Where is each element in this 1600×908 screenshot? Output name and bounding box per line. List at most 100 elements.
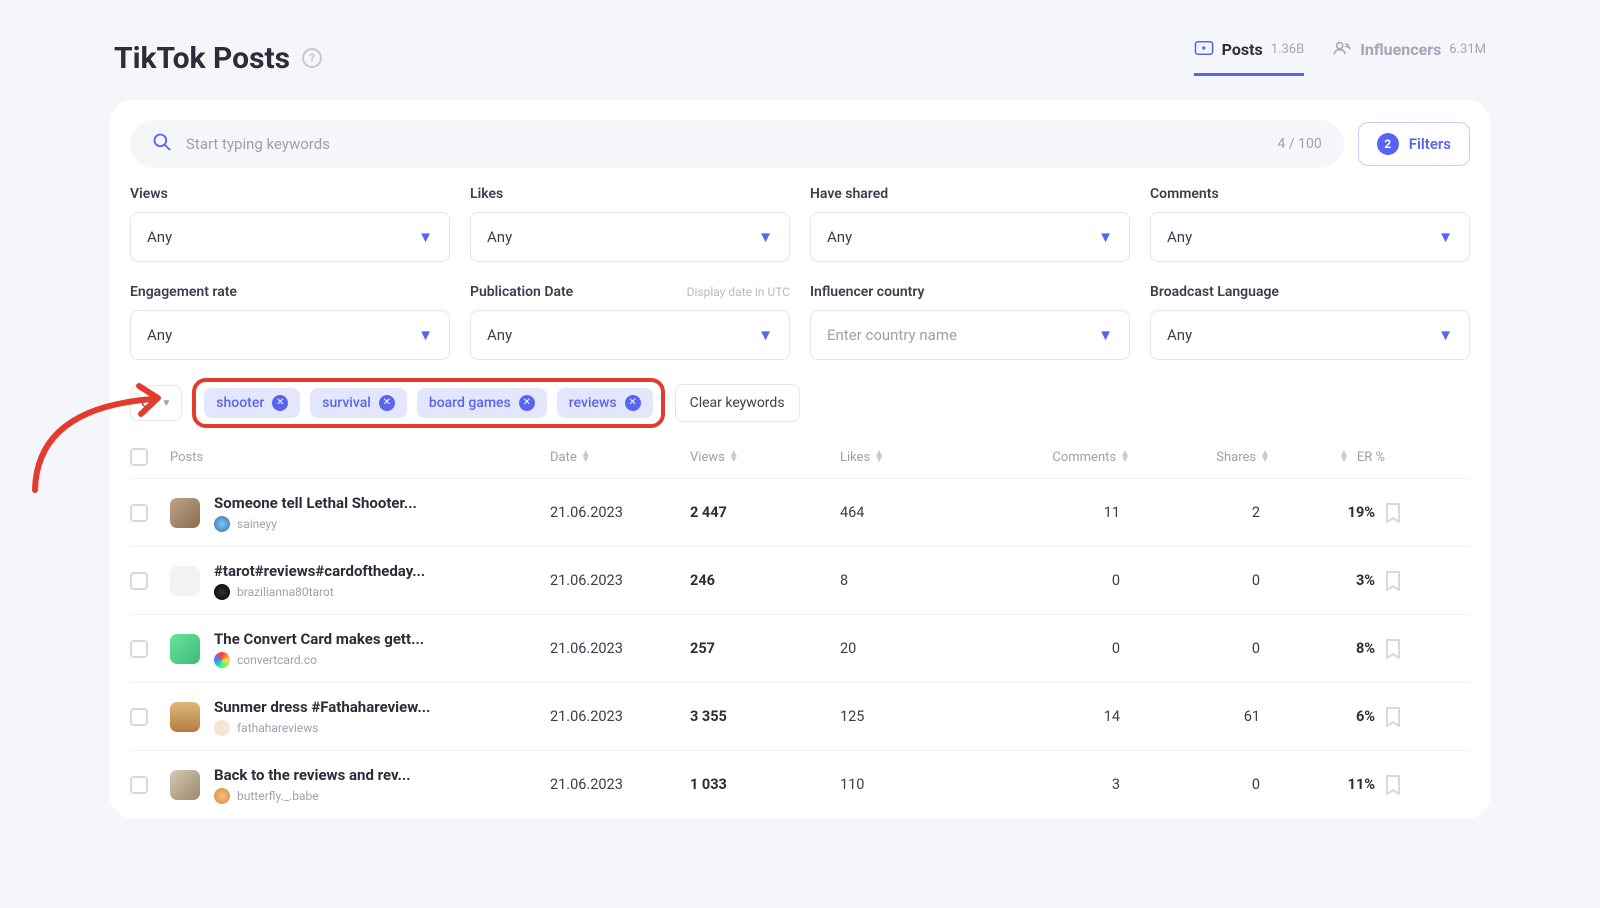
cell-likes: 464	[840, 504, 990, 521]
table-row: The Convert Card makes gett... convertca…	[130, 614, 1470, 682]
post-title: Sunmer dress #Fathahareview...	[214, 698, 430, 716]
chip-label: shooter	[216, 395, 264, 411]
column-shares-header[interactable]: Shares▲▼	[1130, 450, 1270, 465]
bookmark-button[interactable]	[1385, 503, 1401, 523]
chip-remove-icon[interactable]: ✕	[625, 395, 641, 411]
chip-label: reviews	[569, 395, 617, 411]
column-er-header[interactable]: ▲▼ER %	[1270, 450, 1385, 465]
cell-shares: 0	[1130, 572, 1270, 589]
filter-select-have shared[interactable]: Any ▼	[810, 212, 1130, 262]
cell-likes: 110	[840, 776, 990, 793]
author-avatar	[214, 720, 230, 736]
cell-comments: 0	[990, 640, 1130, 657]
table-row: Someone tell Lethal Shooter... saineyy 2…	[130, 478, 1470, 546]
author-avatar	[214, 584, 230, 600]
filter-value: Any	[1167, 326, 1192, 344]
filter-select-publication date[interactable]: Any ▼	[470, 310, 790, 360]
cell-shares: 0	[1130, 640, 1270, 657]
tab-label: Influencers	[1360, 40, 1441, 59]
filter-select-views[interactable]: Any ▼	[130, 212, 450, 262]
post-cell[interactable]: The Convert Card makes gett... convertca…	[170, 630, 550, 668]
filters-label: Filters	[1409, 135, 1451, 153]
chip-remove-icon[interactable]: ✕	[379, 395, 395, 411]
search-input[interactable]	[186, 135, 1264, 153]
chevron-down-icon: ▼	[1438, 326, 1453, 344]
filters-button[interactable]: 2 Filters	[1358, 122, 1470, 166]
tab-posts[interactable]: Posts 1.36B	[1194, 40, 1305, 76]
cell-comments: 0	[990, 572, 1130, 589]
sort-icon: ▲▼	[1339, 451, 1349, 463]
post-cell[interactable]: Someone tell Lethal Shooter... saineyy	[170, 494, 550, 532]
chevron-down-icon: ▼	[161, 398, 171, 409]
filter-select-likes[interactable]: Any ▼	[470, 212, 790, 262]
filter-label: Engagement rate	[130, 284, 237, 300]
page-title: TikTok Posts	[114, 41, 290, 76]
column-date-header[interactable]: Date▲▼	[550, 450, 690, 465]
bookmark-button[interactable]	[1385, 639, 1401, 659]
filter-select-engagement rate[interactable]: Any ▼	[130, 310, 450, 360]
author-name: convertcard.co	[237, 653, 317, 667]
select-all-checkbox[interactable]	[130, 448, 148, 466]
column-likes-header[interactable]: Likes▲▼	[840, 450, 990, 465]
bookmark-button[interactable]	[1385, 571, 1401, 591]
table-row: Back to the reviews and rev... butterfly…	[130, 750, 1470, 818]
keyword-chip: board games ✕	[417, 388, 547, 418]
chip-label: survival	[322, 395, 371, 411]
chip-label: board games	[429, 395, 511, 411]
filter-select-comments[interactable]: Any ▼	[1150, 212, 1470, 262]
tab-label: Posts	[1222, 40, 1263, 59]
bookmark-button[interactable]	[1385, 707, 1401, 727]
row-checkbox[interactable]	[130, 776, 148, 794]
filters-count-badge: 2	[1377, 133, 1399, 155]
clear-keywords-button[interactable]: Clear keywords	[675, 384, 800, 422]
filter-value: Any	[1167, 228, 1192, 246]
post-thumbnail	[170, 702, 200, 732]
cell-shares: 61	[1130, 708, 1270, 725]
bookmark-button[interactable]	[1385, 775, 1401, 795]
sort-icon: ▲▼	[1260, 451, 1270, 463]
cell-comments: 11	[990, 504, 1130, 521]
column-comments-header[interactable]: Comments▲▼	[990, 450, 1130, 465]
cell-views: 246	[690, 572, 840, 589]
search-icon	[152, 132, 172, 156]
help-icon[interactable]: ?	[302, 48, 322, 68]
chevron-down-icon: ▼	[418, 326, 433, 344]
cell-likes: 20	[840, 640, 990, 657]
chip-remove-icon[interactable]: ✕	[272, 395, 288, 411]
column-posts-header[interactable]: Posts	[170, 450, 550, 465]
cell-er: 3%	[1270, 572, 1385, 589]
filter-label: Broadcast Language	[1150, 284, 1279, 300]
post-cell[interactable]: #tarot#reviews#cardoftheday... brazilian…	[170, 562, 550, 600]
cell-views: 257	[690, 640, 840, 657]
keyword-logic-select[interactable]: Or ▼	[130, 385, 182, 421]
cell-shares: 0	[1130, 776, 1270, 793]
tab-influencers[interactable]: Influencers 6.31M	[1332, 40, 1486, 76]
row-checkbox[interactable]	[130, 640, 148, 658]
cell-date: 21.06.2023	[550, 504, 690, 521]
search-counter: 4 / 100	[1278, 136, 1322, 152]
row-checkbox[interactable]	[130, 708, 148, 726]
post-cell[interactable]: Back to the reviews and rev... butterfly…	[170, 766, 550, 804]
filter-value: Any	[147, 326, 172, 344]
filter-select-broadcast language[interactable]: Any ▼	[1150, 310, 1470, 360]
column-views-header[interactable]: Views▲▼	[690, 450, 840, 465]
filter-select-influencer country[interactable]: Enter country name ▼	[810, 310, 1130, 360]
row-checkbox[interactable]	[130, 504, 148, 522]
keyword-chip: reviews ✕	[557, 388, 653, 418]
cell-likes: 8	[840, 572, 990, 589]
chip-remove-icon[interactable]: ✕	[519, 395, 535, 411]
keyword-chip: survival ✕	[310, 388, 407, 418]
post-thumbnail	[170, 498, 200, 528]
filter-value: Any	[487, 228, 512, 246]
post-cell[interactable]: Sunmer dress #Fathahareview... fathahare…	[170, 698, 550, 736]
table-row: Sunmer dress #Fathahareview... fathahare…	[130, 682, 1470, 750]
filter-value: Any	[487, 326, 512, 344]
search-box[interactable]: 4 / 100	[130, 120, 1344, 168]
post-title: Someone tell Lethal Shooter...	[214, 494, 417, 512]
row-checkbox[interactable]	[130, 572, 148, 590]
sort-icon: ▲▼	[1120, 451, 1130, 463]
author-name: saineyy	[237, 517, 277, 531]
sort-icon: ▲▼	[874, 451, 884, 463]
cell-views: 3 355	[690, 708, 840, 725]
cell-er: 8%	[1270, 640, 1385, 657]
